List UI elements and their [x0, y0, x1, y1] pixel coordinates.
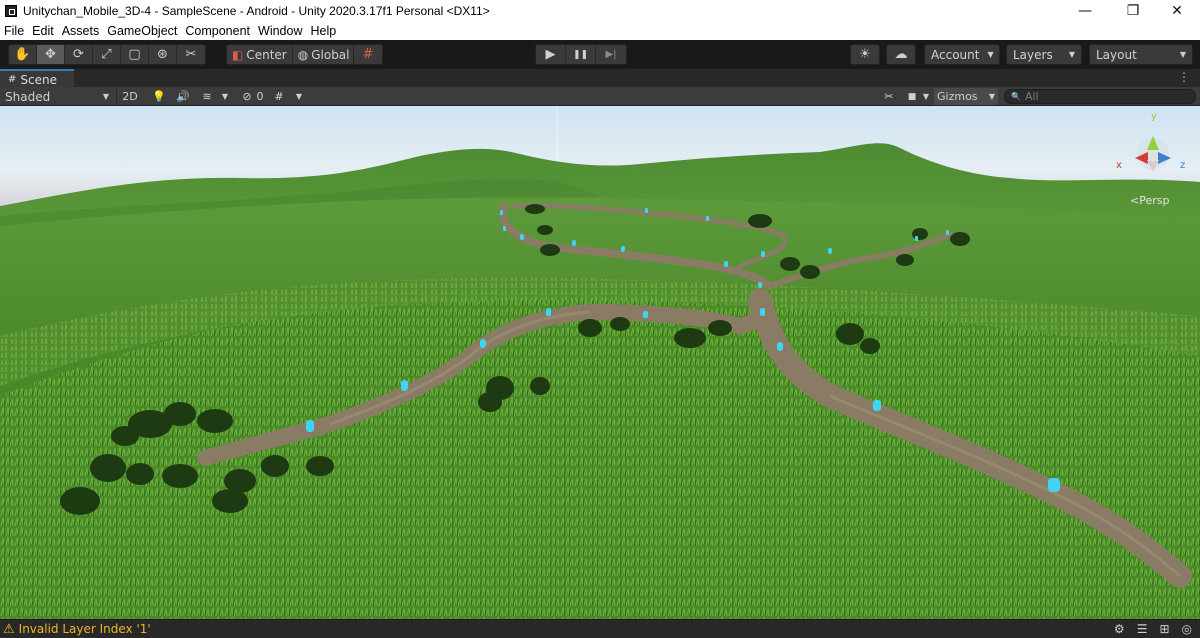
camera-settings-icon[interactable]: ■ [904, 88, 920, 105]
package-icon[interactable]: ⊞ [1159, 622, 1169, 636]
effects-toggle-icon[interactable]: ≋ [198, 88, 216, 105]
transform-tools: ✋ ✥ ⟳ ⤢ ▢ ⊛ ✂ [8, 44, 206, 65]
menu-component[interactable]: Component [181, 24, 254, 38]
caret-down-icon[interactable]: ▼ [218, 88, 232, 105]
pause-button[interactable]: ❚❚ [566, 45, 596, 64]
auto-generate-lighting-icon[interactable]: ⚙ [1114, 622, 1125, 636]
scale-tool-icon[interactable]: ⤢ [93, 45, 121, 64]
scene-toolbar: Shaded ▼ 2D 💡 🔊 ≋ ▼ ⊘ 0 # ▼ ✂ ■ ▼ Gizmos ▼… [0, 87, 1200, 106]
gizmo-z-label: z [1180, 160, 1185, 171]
caret-down-icon: ▼ [102, 92, 109, 101]
status-message[interactable]: Invalid Layer Index '1' [19, 622, 151, 636]
lighting-toggle-icon[interactable]: 💡 [150, 88, 168, 105]
projection-toggle[interactable]: <Persp [1130, 194, 1169, 207]
layout-dropdown[interactable]: Layout ▼ [1089, 44, 1193, 65]
projection-label: Persp [1139, 194, 1170, 207]
minimize-button[interactable]: — [1062, 0, 1108, 22]
transform-tool-icon[interactable]: ⊛ [149, 45, 177, 64]
menu-file[interactable]: File [0, 24, 28, 38]
gizmos-label: Gizmos [937, 90, 978, 103]
gizmos-dropdown[interactable]: Gizmos ▼ [934, 88, 998, 105]
window-title: Unitychan_Mobile_3D-4 - SampleScene - An… [23, 4, 490, 18]
draw-mode-dropdown[interactable]: Shaded ▼ [2, 88, 112, 105]
pivot-icon: ◧ [232, 47, 244, 62]
scene-render: y x z [0, 106, 1200, 619]
debug-mode-icon[interactable]: ◎ [1182, 622, 1192, 636]
caret-down-icon[interactable]: ▼ [920, 88, 932, 105]
pivot-label: Center [246, 47, 287, 62]
unity-app-icon [5, 5, 17, 17]
gizmo-x-label: x [1116, 160, 1122, 171]
play-button[interactable]: ▶ [536, 45, 566, 64]
tab-scene[interactable]: # Scene [0, 69, 74, 88]
draw-mode-label: Shaded [5, 89, 51, 104]
scene-tab-bar: # Scene ⋮ [0, 68, 1200, 88]
collab-icon[interactable]: ☀ [851, 45, 879, 64]
scene-viewport[interactable]: y x z <Persp [0, 106, 1200, 619]
move-tool-icon[interactable]: ✥ [37, 45, 65, 64]
cloud-group: ☁ [886, 44, 916, 65]
rect-tool-icon[interactable]: ▢ [121, 45, 149, 64]
custom-tool-icon[interactable]: ✂ [177, 45, 205, 64]
status-bar: ⚠ Invalid Layer Index '1' ⚙ ☰ ⊞ ◎ [0, 619, 1200, 638]
status-icons: ⚙ ☰ ⊞ ◎ [1114, 622, 1192, 636]
chevron-left-icon: < [1130, 194, 1140, 207]
account-label: Account [931, 47, 980, 62]
grid-toggle-icon[interactable]: # [270, 88, 288, 105]
scene-search-input[interactable]: 🔍 All [1004, 89, 1196, 104]
snap-group: # [353, 44, 383, 65]
caret-down-icon: ▼ [1068, 50, 1075, 59]
caret-down-icon[interactable]: ▼ [292, 88, 306, 105]
caret-down-icon: ▼ [988, 92, 995, 101]
layers-dropdown[interactable]: Layers ▼ [1006, 44, 1082, 65]
menu-window[interactable]: Window [254, 24, 306, 38]
title-bar: Unitychan_Mobile_3D-4 - SampleScene - An… [0, 0, 1200, 22]
search-icon: 🔍 [1011, 92, 1021, 101]
audio-toggle-icon[interactable]: 🔊 [174, 88, 192, 105]
scene-tools-icon[interactable]: ✂ [880, 88, 898, 105]
maximize-button[interactable]: ❐ [1110, 0, 1156, 22]
kebab-menu-icon[interactable]: ⋮ [1178, 70, 1190, 84]
collab-group: ☀ [850, 44, 880, 65]
layers-label: Layers [1013, 47, 1053, 62]
hand-tool-icon[interactable]: ✋ [9, 45, 37, 64]
search-placeholder: All [1024, 90, 1039, 103]
account-dropdown[interactable]: Account ▼ [924, 44, 1000, 65]
hidden-count: 0 [256, 90, 264, 103]
mode-2d-toggle[interactable]: 2D [119, 88, 141, 105]
space-label: Global [311, 47, 350, 62]
step-button[interactable]: ▶| [596, 45, 626, 64]
menu-gameobject[interactable]: GameObject [103, 24, 181, 38]
grid-snap-icon[interactable]: # [354, 45, 382, 64]
layout-label: Layout [1096, 47, 1137, 62]
cloud-icon[interactable]: ☁ [887, 45, 915, 64]
menu-bar: File Edit Assets GameObject Component Wi… [0, 22, 1200, 40]
rotate-tool-icon[interactable]: ⟳ [65, 45, 93, 64]
menu-help[interactable]: Help [306, 24, 340, 38]
globe-icon: ◍ [297, 47, 309, 62]
cache-server-icon[interactable]: ☰ [1137, 622, 1148, 636]
menu-assets[interactable]: Assets [58, 24, 104, 38]
main-toolbar: ✋ ✥ ⟳ ⤢ ▢ ⊛ ✂ ◧ Center ◍ Global # ▶ ❚❚ ▶| … [0, 40, 1200, 68]
space-global-button[interactable]: ◍ Global [293, 45, 355, 64]
pivot-center-button[interactable]: ◧ Center [227, 45, 293, 64]
pivot-toggles: ◧ Center ◍ Global [226, 44, 356, 65]
gizmo-y-label: y [1151, 111, 1157, 122]
divider [116, 89, 117, 104]
menu-edit[interactable]: Edit [28, 24, 58, 38]
play-controls: ▶ ❚❚ ▶| [535, 44, 627, 65]
scene-tab-icon: # [8, 74, 17, 85]
close-button[interactable]: ✕ [1154, 0, 1200, 22]
caret-down-icon: ▼ [987, 50, 994, 59]
warning-icon: ⚠ [3, 621, 15, 637]
scene-tab-label: Scene [20, 72, 57, 87]
hidden-objects-icon[interactable]: ⊘ [238, 88, 256, 105]
caret-down-icon: ▼ [1179, 50, 1186, 59]
